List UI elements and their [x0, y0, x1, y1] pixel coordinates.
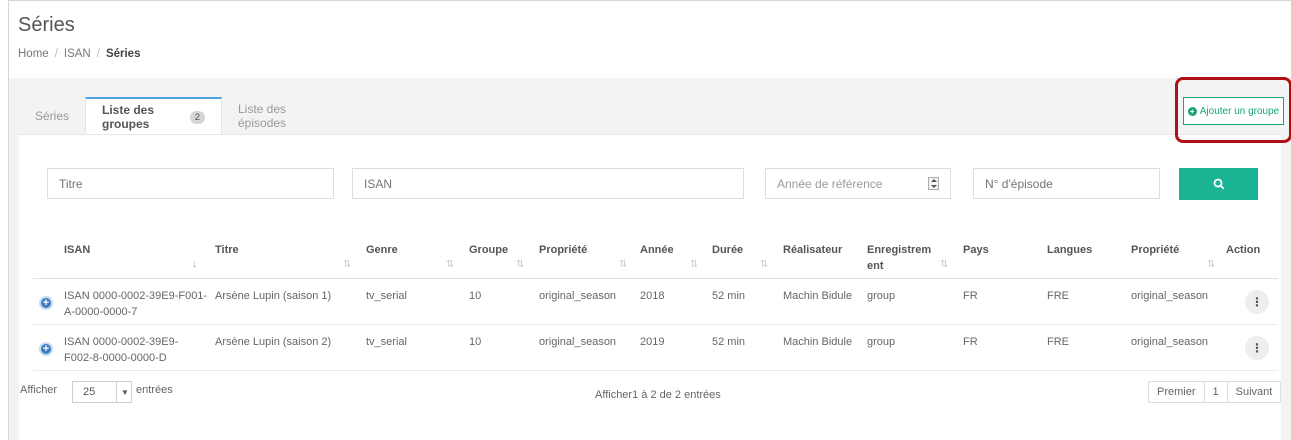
- cell-pays: FR: [963, 290, 978, 302]
- isan-line-1: ISAN 0000-0002-39E9-: [64, 336, 179, 348]
- cell-propriete-2: original_season: [1131, 290, 1209, 302]
- column-header-duree[interactable]: Durée: [712, 242, 743, 258]
- spinner-icon[interactable]: [928, 177, 939, 190]
- cell-groupe: 10: [469, 290, 482, 302]
- cell-titre: Arsène Lupin (saison 1): [215, 290, 332, 302]
- sort-icon[interactable]: ⇅: [1207, 259, 1215, 270]
- cell-isan: ISAN 0000-0002-39E9-F001- A-0000-0000-7: [64, 288, 207, 320]
- sort-asc-icon[interactable]: ↓: [192, 259, 197, 270]
- cell-propriete: original_season: [539, 290, 617, 302]
- breadcrumb-home[interactable]: Home: [18, 48, 49, 60]
- highlight-annotation: [1175, 77, 1291, 143]
- episode-filter-input[interactable]: [973, 168, 1160, 199]
- cell-duree: 52 min: [712, 336, 746, 348]
- chevron-down-icon: ▼: [116, 382, 133, 402]
- cell-annee: 2018: [640, 290, 665, 302]
- entries-label: entrées: [136, 384, 173, 396]
- cell-realisateur: Machin Bidule: [783, 336, 853, 348]
- sort-icon[interactable]: ⇅: [690, 259, 698, 270]
- tab-series-label: Séries: [35, 109, 70, 123]
- annee-filter-input[interactable]: Année de référence: [765, 168, 951, 199]
- isan-line-2: F002-8-0000-0000-D: [64, 352, 167, 364]
- column-header-propriete[interactable]: Propriété: [539, 242, 587, 258]
- cell-groupe: 10: [469, 336, 482, 348]
- cell-realisateur: Machin Bidule: [783, 290, 853, 302]
- column-header-genre[interactable]: Genre: [366, 242, 398, 258]
- column-header-langues[interactable]: Langues: [1047, 242, 1092, 258]
- column-header-propriete-2[interactable]: Propriété: [1131, 242, 1179, 258]
- isan-line-1: ISAN 0000-0002-39E9-F001-: [64, 290, 208, 302]
- annee-placeholder: Année de référence: [777, 176, 883, 191]
- page-size-select[interactable]: 25 ▼: [72, 381, 132, 403]
- breadcrumb-isan[interactable]: ISAN: [64, 48, 91, 60]
- breadcrumb-separator: /: [96, 48, 100, 60]
- cell-titre: Arsène Lupin (saison 2): [215, 336, 332, 348]
- expand-row-icon[interactable]: +: [39, 342, 53, 356]
- row-action-menu-icon[interactable]: ⋮: [1245, 290, 1269, 314]
- enregistrement-line-2: ent: [867, 260, 884, 272]
- tab-episodes-label: Liste des épisodes: [238, 102, 287, 130]
- page-title: Séries: [18, 14, 75, 36]
- sort-icon[interactable]: ⇅: [343, 259, 351, 270]
- breadcrumb-current: Séries: [105, 48, 141, 60]
- sort-icon[interactable]: ⇅: [760, 259, 768, 270]
- page-size-label: Afficher: [20, 384, 58, 396]
- cell-isan: ISAN 0000-0002-39E9- F002-8-0000-0000-D: [64, 334, 178, 366]
- cell-genre: tv_serial: [366, 290, 407, 302]
- sort-icon[interactable]: ⇅: [619, 259, 627, 270]
- column-header-isan[interactable]: ISAN: [64, 242, 90, 258]
- cell-genre: tv_serial: [366, 336, 407, 348]
- isan-filter-input[interactable]: [352, 168, 744, 199]
- cell-langues: FRE: [1047, 336, 1069, 348]
- tab-bar: Séries Liste des groupes 2 Liste des épi…: [19, 97, 352, 135]
- titre-filter-input[interactable]: [47, 168, 334, 199]
- column-header-titre[interactable]: Titre: [215, 242, 239, 258]
- cell-enregistrement: group: [867, 290, 896, 302]
- sort-icon[interactable]: ⇅: [516, 259, 524, 270]
- pagination-next[interactable]: Suivant: [1227, 382, 1281, 402]
- pagination-page-1[interactable]: 1: [1204, 382, 1228, 402]
- row-action-menu-icon[interactable]: ⋮: [1245, 336, 1269, 360]
- count-badge: 2: [189, 110, 205, 124]
- table-info: Afficher1 à 2 de 2 entrées: [595, 389, 721, 401]
- search-button[interactable]: [1179, 168, 1258, 200]
- tab-groupes-label: Liste des groupes: [102, 103, 155, 131]
- expand-row-icon[interactable]: +: [39, 296, 53, 310]
- tab-series[interactable]: Séries: [19, 97, 85, 135]
- breadcrumb-separator: /: [54, 48, 58, 60]
- cell-propriete-2: original_season: [1131, 336, 1209, 348]
- column-header-annee[interactable]: Année: [640, 242, 674, 258]
- pagination-first[interactable]: Premier: [1149, 382, 1205, 402]
- column-header-realisateur[interactable]: Réalisateur: [783, 242, 842, 258]
- tab-liste-des-groupes[interactable]: Liste des groupes 2: [85, 97, 222, 135]
- sort-icon[interactable]: ⇅: [446, 259, 454, 270]
- column-header-enregistrement[interactable]: Enregistrem ent: [867, 242, 931, 274]
- row-divider: [33, 324, 1278, 325]
- cell-propriete: original_season: [539, 336, 617, 348]
- cell-duree: 52 min: [712, 290, 746, 302]
- cell-langues: FRE: [1047, 290, 1069, 302]
- column-header-groupe[interactable]: Groupe: [469, 242, 508, 258]
- breadcrumb: Home / ISAN / Séries: [18, 48, 140, 60]
- sort-icon[interactable]: ⇅: [940, 259, 948, 270]
- pagination: Premier 1 Suivant: [1148, 381, 1282, 403]
- cell-pays: FR: [963, 336, 978, 348]
- enregistrement-line-1: Enregistrem: [867, 244, 932, 256]
- search-icon: [1213, 178, 1224, 190]
- row-divider: [33, 370, 1278, 371]
- cell-enregistrement: group: [867, 336, 896, 348]
- cell-annee: 2019: [640, 336, 665, 348]
- column-header-pays[interactable]: Pays: [963, 242, 989, 258]
- tab-liste-des-episodes[interactable]: Liste des épisodes: [222, 97, 352, 135]
- table-header-divider: [33, 278, 1278, 279]
- column-header-action: Action: [1226, 244, 1261, 256]
- page-size-value: 25: [83, 386, 96, 398]
- isan-line-2: A-0000-0000-7: [64, 306, 138, 318]
